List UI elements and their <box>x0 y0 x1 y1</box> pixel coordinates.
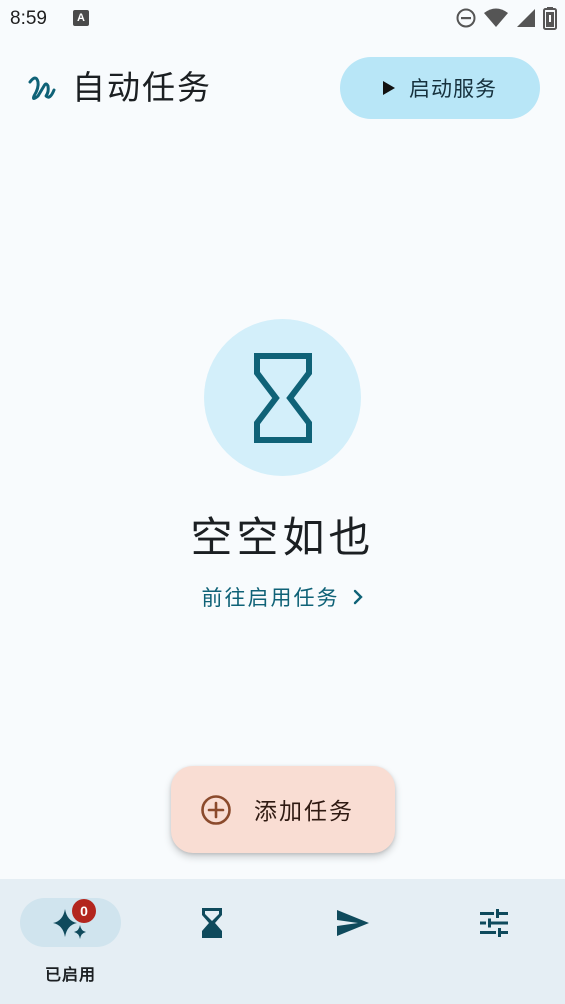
go-enable-tasks-label: 前往启用任务 <box>201 586 340 610</box>
app-header: 自动任务 启动服务 <box>0 56 565 120</box>
wifi-icon <box>484 8 508 27</box>
empty-state-title: 空空如也 <box>190 513 375 562</box>
chevron-right-icon <box>353 589 363 605</box>
cell-signal-icon <box>517 9 535 27</box>
add-task-label: 添加任务 <box>254 799 354 825</box>
add-task-button[interactable]: 添加任务 <box>171 766 395 853</box>
empty-state-illustration <box>204 319 361 476</box>
nav-item-enabled[interactable]: 已启用 <box>0 879 141 1004</box>
hourglass-icon <box>201 908 222 938</box>
status-icons <box>455 6 557 30</box>
enabled-count-badge: 0 <box>72 899 96 923</box>
squiggle-logo-icon <box>28 76 56 100</box>
nav-item-scheduled[interactable] <box>141 879 282 1004</box>
hourglass-icon <box>253 352 312 443</box>
add-circle-icon <box>201 795 231 825</box>
status-bar: 8:59 A <box>0 0 565 40</box>
a-notification-icon: A <box>73 10 89 26</box>
do-not-disturb-icon <box>456 8 476 28</box>
bottom-navigation: 已启用 <box>0 879 565 1004</box>
page-title: 自动任务 <box>72 68 212 107</box>
go-enable-tasks-link[interactable]: 前往启用任务 <box>0 582 565 612</box>
nav-item-settings[interactable] <box>423 879 564 1004</box>
tune-icon <box>479 909 508 937</box>
start-service-button[interactable]: 启动服务 <box>340 57 540 119</box>
play-icon <box>383 81 395 95</box>
nav-label-enabled: 已启用 <box>44 965 96 984</box>
nav-item-send[interactable] <box>282 879 423 1004</box>
start-service-label: 启动服务 <box>409 77 497 101</box>
send-icon <box>336 910 369 936</box>
status-time: 8:59 <box>10 8 47 29</box>
battery-icon <box>543 7 557 30</box>
